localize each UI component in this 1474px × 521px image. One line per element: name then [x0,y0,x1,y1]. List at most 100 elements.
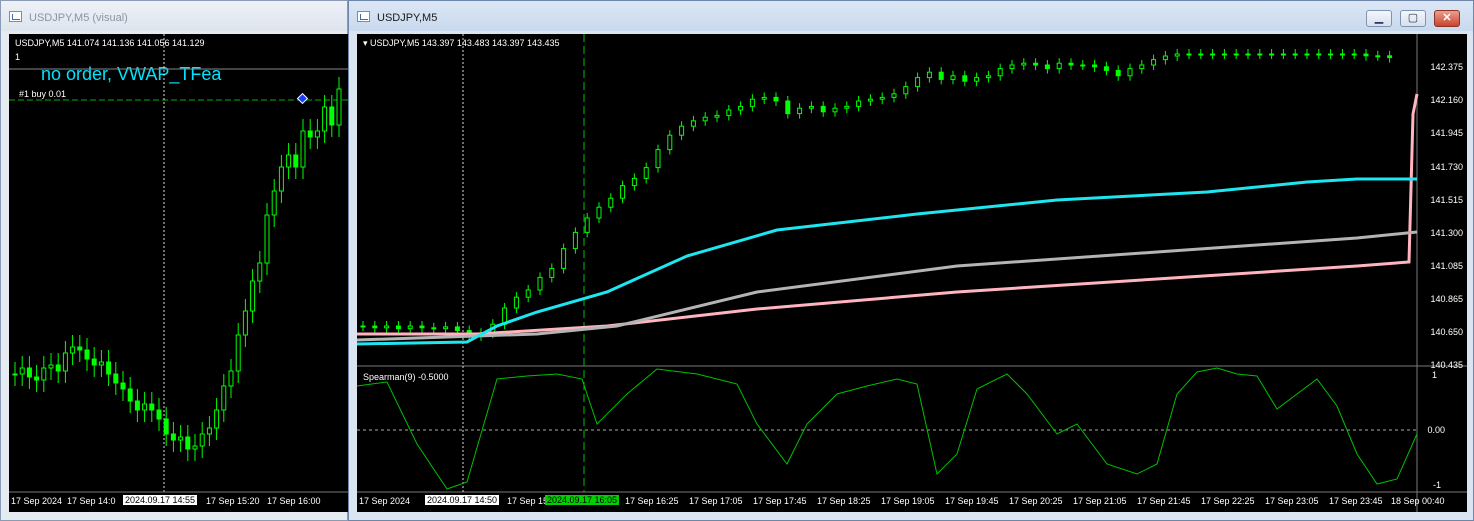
spearman-indicator-line [357,367,1418,490]
candle [454,326,460,331]
time-tick: 17 Sep 23:45 [1329,496,1383,506]
price-tick: 142.375 [1430,62,1463,72]
price-tick: 140.435 [1430,360,1463,370]
right-chart-window[interactable]: USDJPY,M5 ▁ ▢ ✕ ▾ USDJPY,M5 143.397 143.… [348,0,1474,521]
candle [264,214,270,264]
time-tick: 17 Sep 22:25 [1201,496,1255,506]
candle [314,130,320,138]
candle [250,280,256,312]
candle [1339,53,1345,56]
chart-window-icon [357,11,370,22]
candle [773,96,779,102]
candle [561,248,567,269]
left-time-label: 17 Sep 15:20 [206,496,260,506]
candle [156,409,162,420]
candle [655,149,661,169]
candle [407,325,413,330]
candle [360,325,366,328]
indicator-scale-bottom: -1 [1432,480,1441,490]
candle [513,296,519,309]
candle [596,206,602,219]
candle [1245,53,1251,56]
candle [1080,64,1086,67]
time-tick: 17 Sep 23:05 [1265,496,1319,506]
candle [1044,64,1050,70]
candle [962,75,968,82]
candle [431,327,437,330]
candle [34,376,40,381]
right-chart-canvas [357,34,1467,512]
price-tick: 140.650 [1430,327,1463,337]
right-candles [360,49,1393,341]
candle [584,217,590,233]
candle [98,361,104,366]
candle [336,88,342,126]
candle [679,125,685,136]
candle [643,167,649,179]
time-tick: 17 Sep 19:05 [881,496,935,506]
candle [1139,64,1145,70]
candle [785,100,791,115]
candle [915,77,921,88]
candle [329,106,335,126]
candle [307,130,313,138]
candle [891,93,897,98]
candle [1162,55,1168,61]
candle [620,185,626,199]
maximize-button[interactable]: ▢ [1400,10,1426,27]
candle [106,361,112,375]
order-marker-icon [296,92,309,105]
candle [395,325,401,330]
candle [761,96,767,100]
time-tick: 17 Sep 2024 [359,496,411,506]
left-window-title: USDJPY,M5 (visual) [29,12,128,24]
candle [1009,64,1015,70]
candle [91,358,97,366]
candle [384,325,390,329]
price-tick: 141.730 [1430,162,1463,172]
candle [48,364,54,369]
minimize-button[interactable]: ▁ [1366,10,1392,27]
left-price-chart[interactable]: USDJPY,M5 141.074 141.136 141.056 141.12… [9,34,348,512]
vwap-line-gray [357,230,1418,342]
right-titlebar[interactable]: USDJPY,M5 ▁ ▢ ✕ [349,1,1473,31]
candle [903,86,909,95]
candle [1292,53,1298,56]
candle [1269,53,1275,56]
time-tick: 17 Sep 18:25 [817,496,871,506]
candle [667,134,673,151]
left-chart-canvas [9,34,348,493]
candle [832,107,838,113]
candle [950,75,956,80]
candle [856,100,862,107]
candle [867,98,873,102]
candle [525,289,531,298]
candle [1033,62,1039,66]
candle [808,105,814,109]
close-button[interactable]: ✕ [1434,10,1460,27]
candle [572,231,578,250]
candle [26,367,32,378]
candle [1328,53,1334,56]
time-tick: 17 Sep 21:45 [1137,496,1191,506]
candle [77,346,83,351]
time-tick: 17 Sep 19:45 [945,496,999,506]
left-crosshair-time-label: 2024.09.17 14:55 [123,495,198,505]
price-tick: 141.085 [1430,261,1463,271]
candle [1257,53,1263,56]
price-tick: 141.300 [1430,228,1463,238]
candle [631,177,637,187]
candle [70,346,76,354]
left-chart-window[interactable]: USDJPY,M5 (visual) USDJPY,M5 141.074 141… [0,0,348,521]
left-titlebar[interactable]: USDJPY,M5 (visual) [1,1,347,31]
candle [163,418,169,435]
candle [149,403,155,411]
candle [257,262,263,282]
left-time-label: 17 Sep 16:00 [267,496,321,506]
candle [974,77,980,82]
candle [1021,62,1027,66]
candle [714,114,720,118]
candle [1198,53,1204,56]
right-price-chart[interactable]: ▾ USDJPY,M5 143.397 143.483 143.397 143.… [357,34,1467,512]
candle [228,370,234,387]
